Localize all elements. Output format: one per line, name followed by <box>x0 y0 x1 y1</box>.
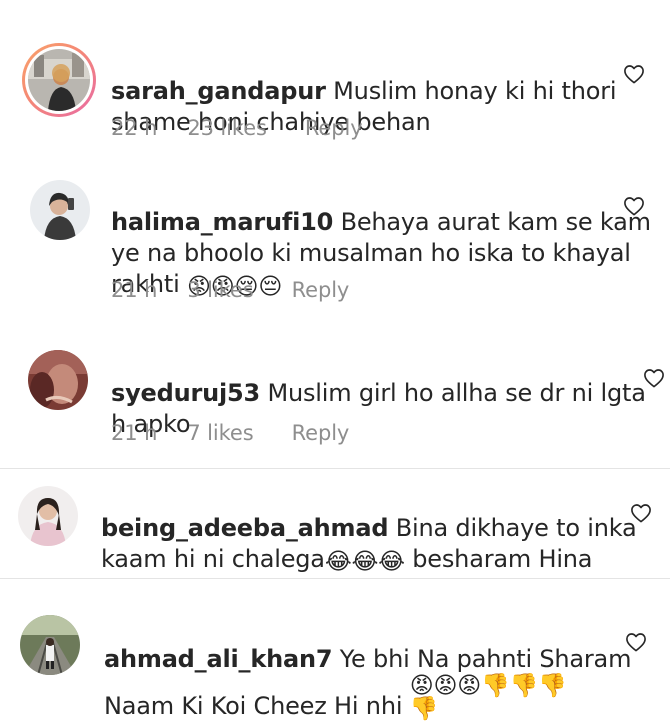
comment-likes[interactable]: 7 likes <box>187 421 253 445</box>
comment-time: 21 h <box>111 421 158 445</box>
comment-likes[interactable]: 23 likes <box>187 116 267 140</box>
comment-username[interactable]: halima_marufi10 <box>111 208 333 236</box>
comment-meta: 21 h 3 likes Reply <box>111 278 349 302</box>
reply-button[interactable]: Reply <box>292 421 350 445</box>
avatar-photo <box>30 180 90 240</box>
avatar[interactable] <box>18 486 78 546</box>
heart-outline-icon[interactable] <box>643 368 665 388</box>
comment-username[interactable]: ahmad_ali_khan7 <box>104 645 333 673</box>
heart-outline-icon[interactable] <box>623 196 645 216</box>
comment-item-4: being_adeeba_ahmad Bina dikhaye to inka … <box>0 469 670 605</box>
comment-time: 21 h <box>111 278 158 302</box>
comment-item-5: ahmad_ali_khan7 Ye bhi Na pahnti Sharam … <box>0 579 670 721</box>
comment-emoji: 😂😂😂 <box>324 549 405 575</box>
reply-button[interactable]: Reply <box>305 116 363 140</box>
avatar[interactable] <box>20 615 80 675</box>
avatar-photo <box>18 486 78 546</box>
comment-item-3: syeduruj53 Muslim girl ho allha se dr ni… <box>0 335 670 465</box>
comment-likes[interactable]: 3 likes <box>187 278 253 302</box>
comment-meta: 22 h 23 likes Reply <box>111 116 363 140</box>
reply-button[interactable]: Reply <box>292 278 350 302</box>
comment-item-2: halima_marufi10 Behaya aurat kam se kam … <box>0 170 670 320</box>
avatar[interactable] <box>28 350 88 410</box>
heart-outline-icon[interactable] <box>623 64 645 84</box>
avatar-photo <box>28 49 90 111</box>
avatar-story-ring <box>25 46 93 114</box>
comment-username[interactable]: sarah_gandapur <box>111 77 326 105</box>
comment-emoji: 😡😡😡👎👎👎 👎 <box>409 673 567 722</box>
avatar-photo <box>20 615 80 675</box>
comment-item-1: sarah_gandapur Muslim honay ki hi thori … <box>0 30 670 160</box>
avatar-photo <box>28 350 88 410</box>
comment-username[interactable]: being_adeeba_ahmad <box>101 514 389 542</box>
heart-outline-icon[interactable] <box>630 503 652 523</box>
heart-outline-icon[interactable] <box>625 632 647 652</box>
avatar[interactable] <box>30 180 90 240</box>
avatar[interactable] <box>22 43 96 117</box>
comment-time: 22 h <box>111 116 158 140</box>
comment-meta: 21 h 7 likes Reply <box>111 421 349 445</box>
comment-username[interactable]: syeduruj53 <box>111 379 260 407</box>
